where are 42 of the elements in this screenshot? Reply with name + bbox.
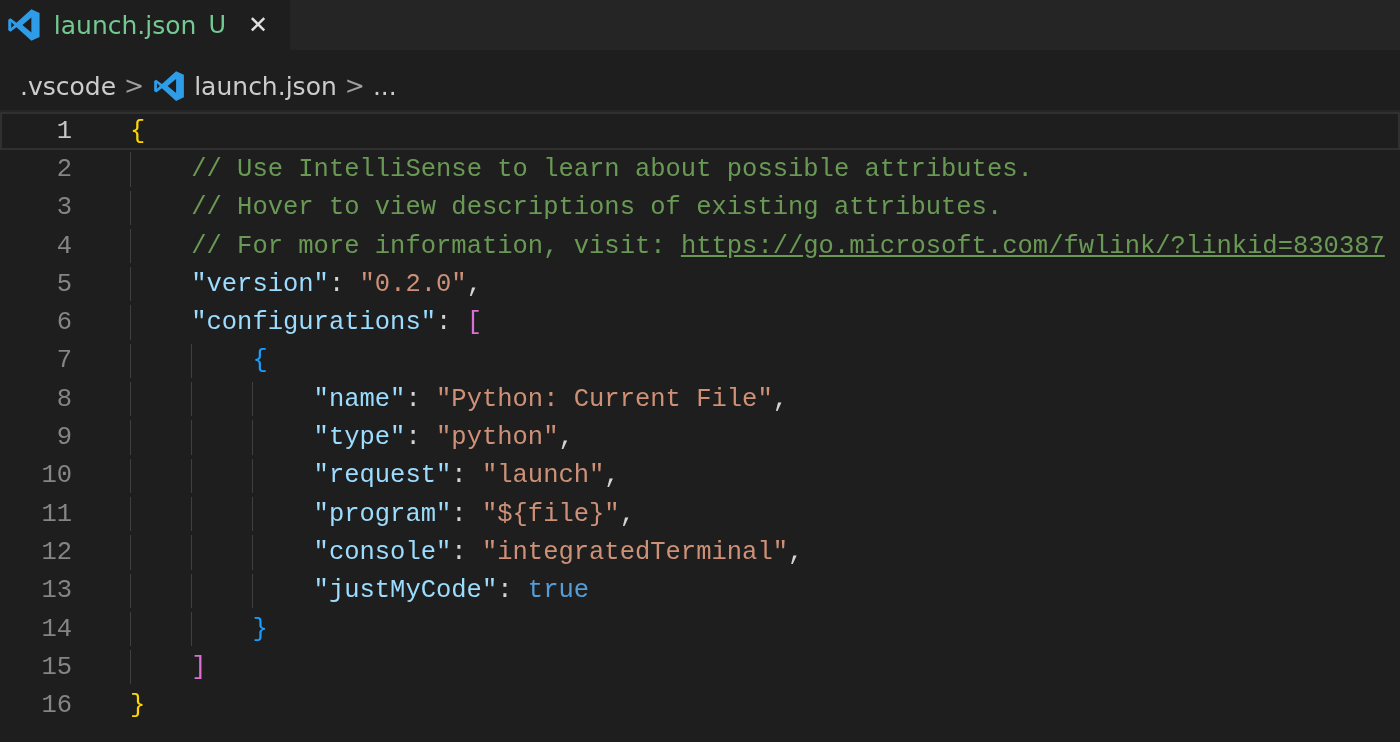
code-line: "program": "${file}", bbox=[313, 499, 635, 529]
line-number: 15 bbox=[40, 652, 72, 682]
code-line: "justMyCode": true bbox=[313, 576, 590, 606]
git-status-label: U bbox=[208, 11, 226, 39]
breadcrumb-separator: > bbox=[344, 72, 365, 100]
line-number: 9 bbox=[55, 423, 72, 452]
code-line: "console": "integratedTerminal", bbox=[313, 537, 804, 567]
code-line: "request": "launch", bbox=[313, 461, 620, 491]
line-number: 12 bbox=[40, 537, 72, 567]
editor-tab[interactable]: launch.json U ✕ bbox=[0, 0, 290, 50]
line-number: 7 bbox=[55, 346, 72, 376]
breadcrumb-item[interactable]: ... bbox=[372, 71, 397, 101]
line-number: 8 bbox=[55, 384, 72, 414]
code-line: "configurations": [ bbox=[191, 308, 482, 338]
file-type-icon bbox=[6, 7, 42, 43]
code-line: "type": "python", bbox=[313, 423, 574, 452]
line-number: 3 bbox=[55, 193, 72, 223]
code-line: { bbox=[252, 346, 268, 376]
breadcrumb-item[interactable]: .vscode bbox=[20, 71, 117, 101]
code-line: ] bbox=[191, 652, 207, 682]
breadcrumb-item[interactable]: launch.json bbox=[194, 71, 337, 101]
line-number: 1 bbox=[55, 116, 72, 146]
line-number: 2 bbox=[55, 154, 72, 184]
line-number: 13 bbox=[40, 576, 72, 606]
file-type-icon bbox=[152, 69, 187, 103]
code-line: } bbox=[252, 614, 268, 644]
code-line: "name": "Python: Current File", bbox=[313, 384, 788, 414]
code-line: // Hover to view descriptions of existing attributes. bbox=[191, 193, 1003, 223]
code-line: // For more information, visit: https://go.microsoft.com/fwlink/?linkid=830387 bbox=[191, 231, 1385, 261]
line-number: 10 bbox=[40, 461, 72, 491]
line-number: 5 bbox=[55, 269, 72, 299]
line-number: 14 bbox=[40, 614, 72, 644]
breadcrumb-separator: > bbox=[124, 72, 145, 100]
code-line: "version": "0.2.0", bbox=[191, 269, 482, 299]
line-number: 4 bbox=[55, 231, 72, 261]
code-line: } bbox=[130, 691, 146, 721]
code-line: // Use IntelliSense to learn about possible attributes. bbox=[191, 154, 1033, 184]
code-line: { bbox=[130, 116, 146, 146]
line-number: 11 bbox=[40, 499, 72, 529]
close-button[interactable]: ✕ bbox=[244, 11, 272, 39]
line-number: 16 bbox=[40, 691, 72, 721]
line-number: 6 bbox=[55, 308, 72, 338]
